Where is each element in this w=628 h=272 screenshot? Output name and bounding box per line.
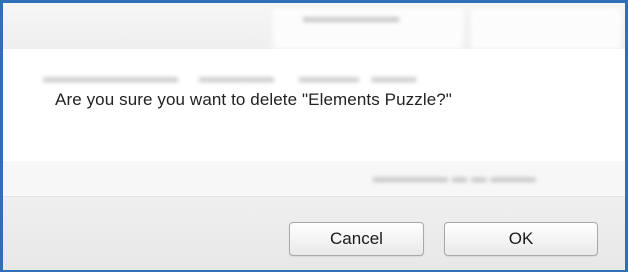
- confirm-delete-dialog: Are you sure you want to delete "Element…: [3, 3, 625, 270]
- dialog-message: Are you sure you want to delete "Element…: [55, 90, 452, 109]
- cancel-button[interactable]: Cancel: [289, 222, 424, 256]
- ok-button[interactable]: OK: [444, 222, 598, 256]
- screenshot-frame: ▬▬▬▬▬▬ ▬▬▬▬▬▬▬▬▬ ▬▬▬▬▬ ▬▬▬▬ ▬▬▬ ▬▬▬▬▬ ▬ …: [0, 0, 628, 272]
- dialog-button-bar: Cancel OK: [3, 196, 625, 270]
